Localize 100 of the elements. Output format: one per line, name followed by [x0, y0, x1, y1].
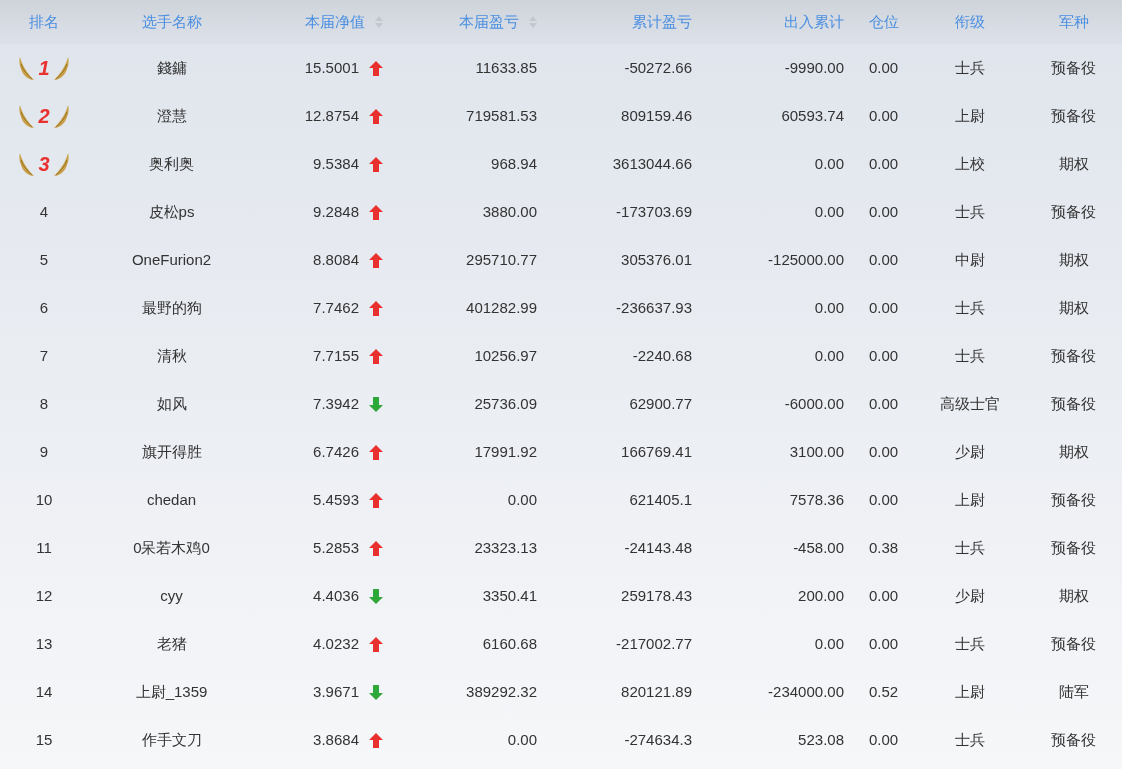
- rank-title: 上尉: [955, 105, 985, 126]
- flow-value: 3100.00: [789, 441, 844, 462]
- rank-number: 13: [35, 633, 53, 654]
- net-value: 5.4593: [313, 489, 359, 510]
- branch-value: 预备役: [1051, 57, 1096, 78]
- net-value: 3.9671: [313, 681, 359, 702]
- net-value: 4.0232: [313, 633, 359, 654]
- flow-value: 523.08: [798, 729, 844, 750]
- net-value: 9.5384: [313, 153, 359, 174]
- total-profit-value: 820121.89: [621, 681, 692, 702]
- rank-number: 1: [37, 56, 51, 81]
- rank-title: 士兵: [955, 729, 985, 750]
- branch-value: 预备役: [1051, 489, 1096, 510]
- column-header: 选手名称: [141, 11, 202, 32]
- profit-value: 11633.85: [475, 57, 537, 78]
- flow-value: 0.00: [814, 345, 844, 366]
- rank-number: 8: [39, 393, 49, 414]
- position-value: 0.00: [868, 201, 899, 222]
- wing-icon: [53, 103, 69, 129]
- rank-number: 4: [39, 201, 49, 222]
- branch-value: 预备役: [1051, 633, 1096, 654]
- player-name: 上尉_1359: [135, 681, 208, 702]
- flow-value: -458.00: [793, 537, 844, 558]
- rank-title: 士兵: [955, 297, 985, 318]
- position-value: 0.00: [868, 585, 899, 606]
- rank-title: 士兵: [955, 57, 985, 78]
- column-header[interactable]: 本届盈亏: [459, 10, 519, 34]
- total-profit-value: 809159.46: [621, 105, 692, 126]
- wing-icon: [53, 55, 69, 81]
- rank-title: 上校: [955, 153, 985, 174]
- total-profit-value: -217002.77: [616, 633, 692, 654]
- rank-number: 5: [39, 249, 49, 270]
- column-header[interactable]: 本届净值: [305, 10, 365, 34]
- branch-value: 预备役: [1051, 393, 1096, 414]
- branch-value: 预备役: [1051, 201, 1096, 222]
- player-name: 澄慧: [156, 105, 187, 126]
- branch-value: 陆军: [1058, 681, 1089, 702]
- flow-value: 0.00: [814, 297, 844, 318]
- column-header: 累计盈亏: [632, 11, 692, 32]
- branch-value: 预备役: [1051, 105, 1096, 126]
- rank-number: 2: [37, 104, 51, 129]
- total-profit-value: 259178.43: [621, 585, 692, 606]
- profit-value: 968.94: [491, 153, 537, 174]
- position-value: 0.52: [868, 681, 899, 702]
- rank-number: 14: [35, 681, 53, 702]
- total-profit-value: 166769.41: [621, 441, 692, 462]
- player-name: 如风: [156, 393, 187, 414]
- position-value: 0.38: [868, 537, 899, 558]
- total-profit-value: 621405.1: [629, 489, 692, 510]
- rank-number: 10: [35, 489, 53, 510]
- rank-number: 12: [35, 585, 53, 606]
- profit-value: 295710.77: [466, 249, 537, 270]
- profit-value: 0.00: [507, 489, 537, 510]
- total-profit-value: 305376.01: [621, 249, 692, 270]
- flow-value: -9990.00: [784, 57, 844, 78]
- rank-title: 上尉: [955, 681, 985, 702]
- total-profit-value: -173703.69: [616, 201, 692, 222]
- branch-value: 期权: [1058, 297, 1089, 318]
- total-profit-value: 62900.77: [629, 393, 692, 414]
- branch-value: 期权: [1058, 153, 1089, 174]
- rank-title: 高级士官: [940, 393, 1000, 414]
- profit-value: 719581.53: [466, 105, 537, 126]
- position-value: 0.00: [868, 345, 899, 366]
- flow-value: 0.00: [814, 201, 844, 222]
- profit-value: 401282.99: [466, 297, 537, 318]
- net-value: 8.8084: [313, 249, 359, 270]
- player-name: cyy: [160, 585, 183, 606]
- net-value: 15.5001: [304, 57, 359, 78]
- position-value: 0.00: [868, 393, 899, 414]
- rank-title: 少尉: [955, 585, 985, 606]
- rank-number: 9: [39, 441, 49, 462]
- player-name: 老猪: [156, 633, 187, 654]
- position-value: 0.00: [868, 249, 899, 270]
- net-value: 7.7462: [313, 297, 359, 318]
- net-value: 3.8684: [313, 729, 359, 750]
- total-profit-value: 3613044.66: [612, 153, 692, 174]
- net-value: 5.2853: [313, 537, 359, 558]
- net-value: 12.8754: [304, 105, 359, 126]
- branch-value: 预备役: [1051, 537, 1096, 558]
- rank-title: 士兵: [955, 345, 985, 366]
- profit-value: 3880.00: [482, 201, 537, 222]
- flow-value: 60593.74: [781, 105, 844, 126]
- flow-value: 0.00: [814, 153, 844, 174]
- profit-value: 23323.13: [474, 537, 537, 558]
- rank-title: 士兵: [955, 633, 985, 654]
- rank-title: 士兵: [955, 537, 985, 558]
- rank-number: 15: [35, 729, 53, 750]
- flow-value: -234000.00: [768, 681, 844, 702]
- position-value: 0.00: [868, 57, 899, 78]
- profit-value: 10256.97: [474, 345, 537, 366]
- flow-value: -125000.00: [768, 249, 844, 270]
- branch-value: 期权: [1058, 249, 1089, 270]
- profit-value: 389292.32: [466, 681, 537, 702]
- rank-title: 中尉: [955, 249, 985, 270]
- profit-value: 0.00: [507, 729, 537, 750]
- column-header: 排名: [29, 11, 59, 32]
- rank-title: 士兵: [955, 201, 985, 222]
- branch-value: 期权: [1058, 585, 1089, 606]
- total-profit-value: -24143.48: [624, 537, 692, 558]
- position-value: 0.00: [868, 729, 899, 750]
